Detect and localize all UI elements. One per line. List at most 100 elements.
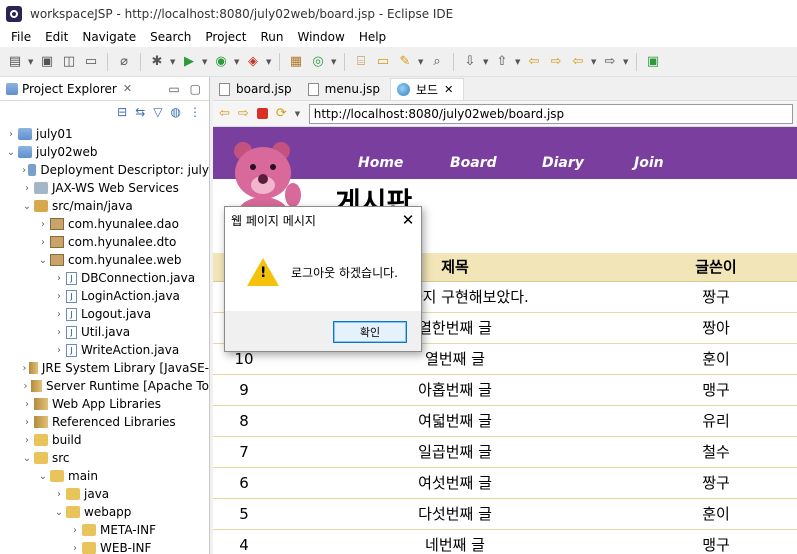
table-row[interactable]: 5 다섯번째 글 훈이 xyxy=(213,498,797,530)
editor-tab[interactable]: board.jsp xyxy=(213,78,302,100)
ok-button[interactable]: 확인 xyxy=(333,321,407,343)
collapsed-chevron-icon[interactable]: › xyxy=(52,345,66,356)
debug-dropdown-icon[interactable]: ▼ xyxy=(170,58,176,66)
coverage-icon[interactable]: ◉ xyxy=(212,53,230,71)
collapsed-chevron-icon[interactable]: › xyxy=(52,273,66,284)
menu-search[interactable]: Search xyxy=(143,30,198,44)
tree-item[interactable]: › J WriteAction.java xyxy=(0,341,209,359)
collapsed-chevron-icon[interactable]: › xyxy=(20,417,34,428)
forward-icon[interactable]: ⇨ xyxy=(601,53,619,71)
tree-item[interactable]: › WEB-INF xyxy=(0,539,209,554)
collapsed-chevron-icon[interactable]: › xyxy=(52,327,66,338)
tree-item[interactable]: › Deployment Descriptor: july xyxy=(0,161,209,179)
next-annotation-dropdown-icon[interactable]: ▼ xyxy=(483,58,489,66)
editor-tab[interactable]: 보드 ✕ xyxy=(389,78,465,100)
save-icon[interactable]: ▣ xyxy=(38,53,56,71)
collapsed-chevron-icon[interactable]: › xyxy=(52,489,66,500)
browser-refresh-icon[interactable]: ⟳ xyxy=(276,106,287,121)
tree-item[interactable]: › JAX-WS Web Services xyxy=(0,179,209,197)
site-nav-board[interactable]: Board xyxy=(450,155,542,171)
expanded-chevron-icon[interactable]: ⌄ xyxy=(52,507,66,518)
collapsed-chevron-icon[interactable]: › xyxy=(4,129,18,140)
collapsed-chevron-icon[interactable]: › xyxy=(20,165,28,176)
tree-item[interactable]: › J LoginAction.java xyxy=(0,287,209,305)
new-class-icon[interactable]: ◎ xyxy=(309,53,327,71)
tree-item[interactable]: › J DBConnection.java xyxy=(0,269,209,287)
collapsed-chevron-icon[interactable]: › xyxy=(68,525,82,536)
close-icon[interactable]: ✕ xyxy=(123,82,132,95)
dialog-close-icon[interactable]: ✕ xyxy=(395,211,421,229)
search-icon[interactable]: ⌕ xyxy=(428,53,446,71)
debug-icon[interactable]: ✱ xyxy=(148,53,166,71)
collapsed-chevron-icon[interactable]: › xyxy=(36,237,50,248)
expanded-chevron-icon[interactable]: ⌄ xyxy=(36,471,50,482)
new-icon[interactable]: ▤ xyxy=(6,53,24,71)
annotation-icon[interactable]: ✎ xyxy=(396,53,414,71)
collapsed-chevron-icon[interactable]: › xyxy=(20,435,34,446)
browser-back-icon[interactable]: ⇦ xyxy=(219,106,230,121)
browser-stop-icon[interactable] xyxy=(256,108,268,119)
tree-item[interactable]: › java xyxy=(0,485,209,503)
pin-icon[interactable]: ⇨ xyxy=(547,53,565,71)
collapse-all-icon[interactable]: ⊟ xyxy=(117,105,127,119)
annotation-dropdown-icon[interactable]: ▼ xyxy=(418,58,424,66)
coverage-dropdown-icon[interactable]: ▼ xyxy=(234,58,240,66)
tree-item[interactable]: › com.hyunalee.dto xyxy=(0,233,209,251)
expanded-chevron-icon[interactable]: ⌄ xyxy=(20,201,34,212)
run-icon[interactable]: ▶ xyxy=(180,53,198,71)
prev-annotation-dropdown-icon[interactable]: ▼ xyxy=(515,58,521,66)
close-tab-icon[interactable]: ✕ xyxy=(444,83,453,96)
new-dropdown-icon[interactable]: ▼ xyxy=(28,58,34,66)
menu-window[interactable]: Window xyxy=(290,30,351,44)
perspective-icon[interactable]: ▣ xyxy=(644,53,662,71)
collapsed-chevron-icon[interactable]: › xyxy=(20,399,34,410)
menu-file[interactable]: File xyxy=(4,30,38,44)
view-menu-icon[interactable]: ⋮ xyxy=(189,105,201,119)
table-row[interactable]: 4 네번째 글 맹구 xyxy=(213,529,797,554)
menu-help[interactable]: Help xyxy=(352,30,393,44)
tree-item[interactable]: › Server Runtime [Apache To xyxy=(0,377,210,395)
collapsed-chevron-icon[interactable]: › xyxy=(20,183,34,194)
save-all-icon[interactable]: ◫ xyxy=(60,53,78,71)
site-nav-home[interactable]: Home xyxy=(358,155,450,171)
tree-item[interactable]: ⌄ july02web xyxy=(0,143,209,161)
tree-item[interactable]: › build xyxy=(0,431,209,449)
site-nav-join[interactable]: Join xyxy=(634,155,726,171)
tree-item[interactable]: › Referenced Libraries xyxy=(0,413,209,431)
table-row[interactable]: 6 여섯번째 글 짱구 xyxy=(213,467,797,499)
tree-item[interactable]: › Web App Libraries xyxy=(0,395,209,413)
table-row[interactable]: 7 일곱번째 글 철수 xyxy=(213,436,797,468)
menu-run[interactable]: Run xyxy=(253,30,290,44)
url-input[interactable] xyxy=(308,103,793,124)
cell-title[interactable]: 다섯번째 글 xyxy=(275,498,635,530)
external-tools-dropdown-icon[interactable]: ▼ xyxy=(266,58,272,66)
editor-tab[interactable]: menu.jsp xyxy=(302,78,390,100)
skip-breakpoints-icon[interactable]: ⌀ xyxy=(115,53,133,71)
tree-item[interactable]: ⌄ webapp xyxy=(0,503,209,521)
expanded-chevron-icon[interactable]: ⌄ xyxy=(4,147,18,158)
last-edit-icon[interactable]: ⇦ xyxy=(525,53,543,71)
new-package-icon[interactable]: ▦ xyxy=(287,53,305,71)
open-folder-icon[interactable]: ▭ xyxy=(374,53,392,71)
tree-item[interactable]: › july01 xyxy=(0,125,209,143)
minimize-icon[interactable]: ▭ xyxy=(168,82,179,96)
focus-icon[interactable]: ◍ xyxy=(171,105,181,119)
back-icon[interactable]: ⇦ xyxy=(569,53,587,71)
cell-title[interactable]: 일곱번째 글 xyxy=(275,436,635,468)
run-dropdown-icon[interactable]: ▼ xyxy=(202,58,208,66)
menu-navigate[interactable]: Navigate xyxy=(75,30,143,44)
cell-title[interactable]: 아홉번째 글 xyxy=(275,374,635,406)
tree-item[interactable]: › JRE System Library [JavaSE- xyxy=(0,359,209,377)
collapsed-chevron-icon[interactable]: › xyxy=(52,291,66,302)
tree-item[interactable]: ⌄ main xyxy=(0,467,209,485)
tree-item[interactable]: › J Logout.java xyxy=(0,305,209,323)
tree-item[interactable]: ⌄ src/main/java xyxy=(0,197,209,215)
cell-title[interactable]: 여덟번째 글 xyxy=(275,405,635,437)
browser-dropdown-icon[interactable]: ▼ xyxy=(295,110,301,118)
cell-title[interactable]: 여섯번째 글 xyxy=(275,467,635,499)
project-explorer-title[interactable]: Project Explorer xyxy=(22,82,117,96)
tree-item[interactable]: ⌄ com.hyunalee.web xyxy=(0,251,209,269)
browser-forward-icon[interactable]: ⇨ xyxy=(238,106,249,121)
collapsed-chevron-icon[interactable]: › xyxy=(20,363,29,374)
maximize-icon[interactable]: ▢ xyxy=(190,82,201,96)
